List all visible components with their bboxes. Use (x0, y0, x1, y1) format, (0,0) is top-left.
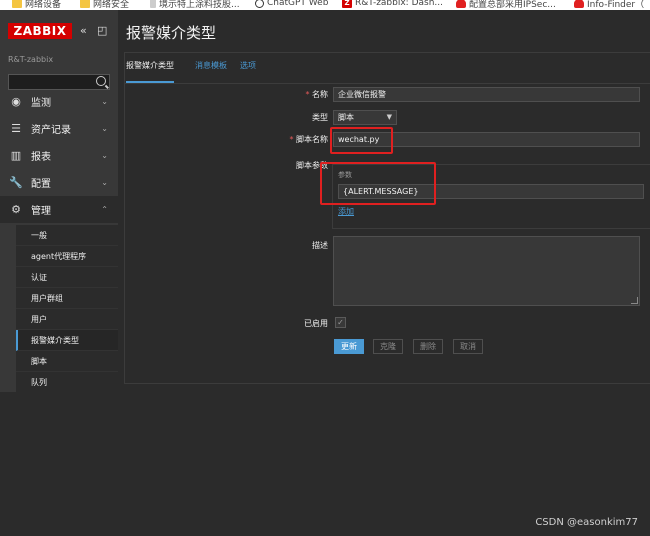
resize-handle-icon[interactable] (631, 297, 638, 304)
annotation-box-script-params (320, 162, 436, 205)
clone-button[interactable]: 克隆 (373, 339, 403, 354)
name-field[interactable]: 企业微信报警 (333, 87, 640, 102)
submenu-users[interactable]: 用户 (16, 309, 118, 330)
folder-icon (12, 0, 22, 8)
type-select[interactable]: 脚本 ▼ (333, 110, 397, 125)
collapse-sidebar-icon[interactable]: « (80, 24, 87, 37)
bookmark-item[interactable]: 网络设备 (12, 0, 61, 10)
chevron-up-icon: ⌃ (101, 205, 108, 214)
watermark: CSDN @easonkim77 (535, 517, 638, 528)
update-button[interactable]: 更新 (334, 339, 364, 354)
main-content: 报警媒介类型 报警媒介类型 消息模板 选项 * 名称 企业微信报警 类型 脚本 … (118, 10, 650, 536)
enabled-checkbox[interactable]: ✓ (335, 317, 346, 328)
submenu-user-groups[interactable]: 用户群组 (16, 288, 118, 309)
sidebar-footer (0, 392, 118, 536)
huawei-icon (574, 0, 584, 8)
nav-monitoring[interactable]: ◉ 监测 ⌄ (0, 88, 118, 115)
bookmark-item[interactable]: 网络安全 (80, 0, 129, 10)
submenu-media-types[interactable]: 报警媒介类型 (16, 330, 118, 351)
submenu-queue[interactable]: 队列 (16, 372, 118, 393)
chevron-down-icon: ▼ (386, 113, 392, 121)
server-name: R&T-zabbix (8, 55, 54, 64)
bookmark-item[interactable]: Z R&T-zabbix: Dash... (342, 0, 443, 9)
huawei-icon (456, 0, 466, 8)
add-param-link[interactable]: 添加 (338, 206, 354, 217)
gear-icon: ⚙ (11, 203, 21, 216)
chevron-down-icon: ⌄ (101, 97, 108, 106)
page-title: 报警媒介类型 (126, 24, 217, 42)
name-label: * 名称 (305, 90, 328, 99)
chatgpt-icon (255, 0, 264, 8)
tab-divider (124, 83, 650, 84)
enabled-label: 已启用 (304, 319, 328, 328)
description-textarea[interactable] (333, 236, 640, 306)
page-icon (150, 0, 156, 8)
nav-reports[interactable]: ▥ 报表 ⌄ (0, 142, 118, 169)
chevron-down-icon: ⌄ (101, 124, 108, 133)
script-params-label: 脚本参数 (296, 161, 328, 170)
zabbix-icon: Z (342, 0, 352, 8)
tab-media-type[interactable]: 报警媒介类型 (126, 59, 174, 83)
delete-button[interactable]: 删除 (413, 339, 443, 354)
bookmark-item[interactable]: ChatGPT Web (255, 0, 328, 9)
list-icon: ☰ (11, 122, 21, 135)
wrench-icon: 🔧 (9, 176, 23, 189)
submenu-general[interactable]: 一般 (16, 225, 118, 246)
nav-inventory[interactable]: ☰ 资产记录 ⌄ (0, 115, 118, 142)
report-icon: ▥ (10, 149, 22, 162)
cancel-button[interactable]: 取消 (453, 339, 483, 354)
annotation-box-script-name (330, 127, 393, 154)
chevron-down-icon: ⌄ (101, 178, 108, 187)
description-label: 描述 (312, 241, 328, 250)
bookmark-item[interactable]: 境示特上涂料技股... (150, 0, 240, 10)
search-icon[interactable] (96, 76, 106, 86)
bookmarks-bar: 网络设备 网络安全 境示特上涂料技股... ChatGPT Web Z R&T-z… (0, 0, 650, 10)
bookmark-item[interactable]: 配置总部采用IPSec... (456, 0, 556, 10)
chevron-down-icon: ⌄ (101, 151, 108, 160)
script-name-label: * 脚本名称 (289, 135, 328, 144)
submenu-scripts[interactable]: 脚本 (16, 351, 118, 372)
nav-configuration[interactable]: 🔧 配置 ⌄ (0, 169, 118, 196)
type-label: 类型 (312, 113, 328, 122)
kiosk-mode-icon[interactable]: ◰ (97, 24, 107, 37)
zabbix-logo[interactable]: ZABBIX (8, 23, 72, 39)
nav-administration[interactable]: ⚙ 管理 ⌃ (0, 196, 118, 223)
submenu-proxies[interactable]: agent代理程序 (16, 246, 118, 267)
admin-submenu: 一般 agent代理程序 认证 用户群组 用户 报警媒介类型 脚本 队列 (16, 225, 118, 393)
folder-icon (80, 0, 90, 8)
tab-message-templates[interactable]: 消息模板 (195, 59, 227, 81)
eye-icon: ◉ (11, 95, 21, 108)
tab-options[interactable]: 选项 (240, 59, 256, 81)
bookmark-item[interactable]: Info-Finder（ (574, 0, 644, 10)
submenu-authentication[interactable]: 认证 (16, 267, 118, 288)
